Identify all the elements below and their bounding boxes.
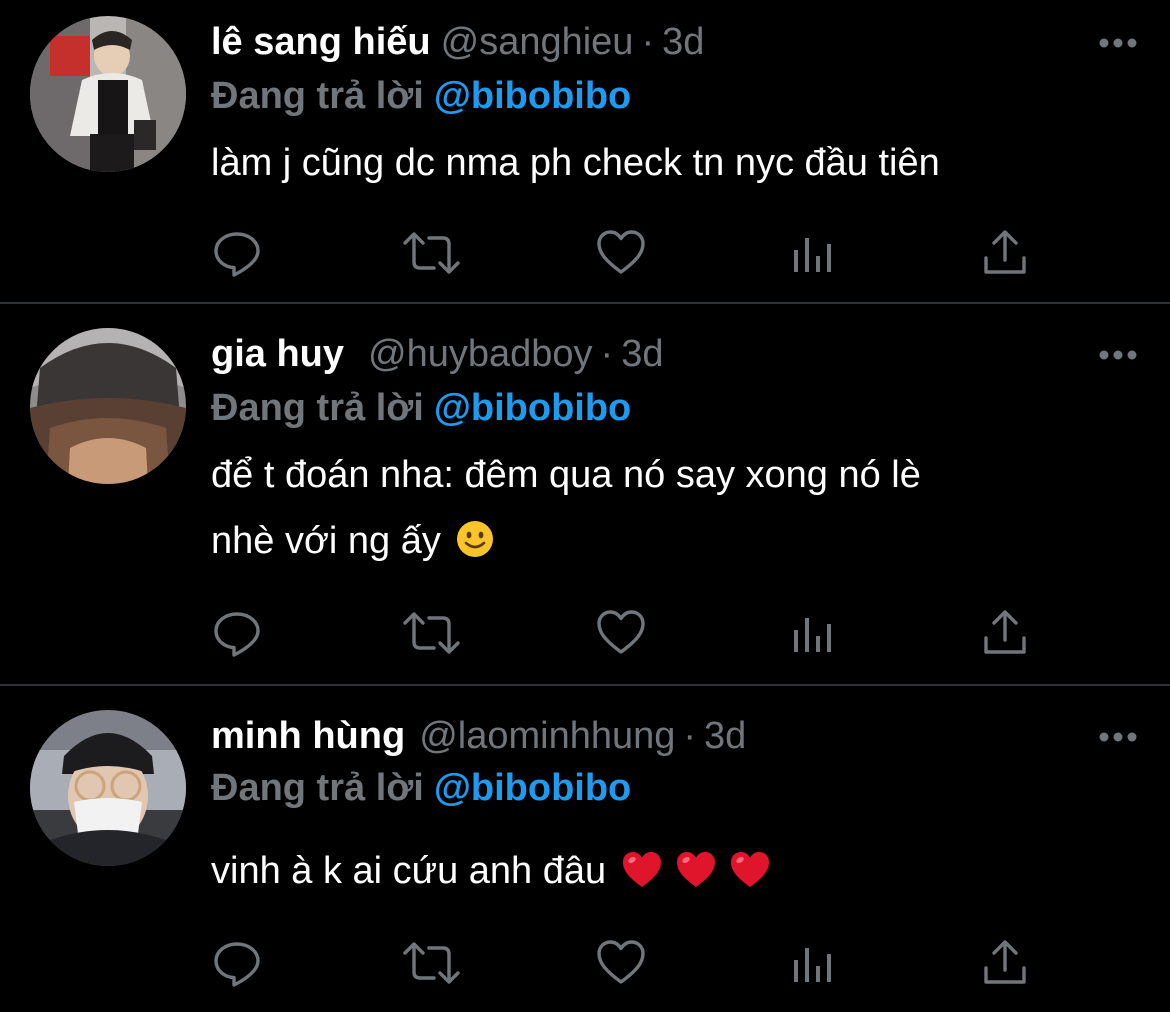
reply-icon (214, 232, 260, 277)
tweet-text: vinh à k ai cứu anh đâu (211, 838, 1111, 910)
red-heart-icon (729, 844, 771, 910)
share-button[interactable] (980, 938, 1030, 988)
tweet-text: làm j cũng dc nma ph check tn nyc đầu ti… (211, 130, 1111, 196)
reply-icon (214, 942, 260, 987)
like-button[interactable] (596, 608, 646, 658)
heart-icon (597, 230, 645, 274)
more-horizontal-icon[interactable] (1096, 33, 1140, 53)
action-bar (0, 228, 1170, 278)
timestamp[interactable]: 3d (704, 715, 746, 757)
tweet-1[interactable]: lê sang hiếu @sanghieu · 3d Đang trả lời @bi… (0, 0, 1170, 302)
separator-dot: · (683, 715, 697, 757)
heart-icon (597, 610, 645, 654)
views-button[interactable] (788, 938, 838, 988)
like-button[interactable] (596, 228, 646, 278)
tweet-text-line-with-emoji: nhè với ng ấy (211, 508, 1111, 580)
tweet-3[interactable]: minh hùng @laominhhung · 3d Đang trả lời @bi… (0, 686, 1170, 1012)
timestamp[interactable]: 3d (662, 21, 704, 63)
more-horizontal-icon[interactable] (1096, 727, 1140, 747)
tweet-text-line: vinh à k ai cứu anh đâu (211, 850, 607, 892)
avatar[interactable] (30, 16, 186, 172)
retweet-icon (403, 612, 460, 654)
slightly-smiling-face-icon (455, 514, 495, 580)
display-name[interactable]: gia huy (211, 333, 344, 375)
avatar[interactable] (30, 328, 186, 484)
replying-to: Đang trả lời @bibobibo (211, 760, 631, 816)
share-icon (984, 610, 1026, 654)
mention-link[interactable]: @bibobibo (434, 767, 631, 809)
retweet-button[interactable] (402, 608, 460, 658)
retweet-icon (403, 942, 460, 984)
views-icon (794, 238, 831, 272)
replying-to: Đang trả lời @bibobibo (211, 68, 631, 124)
replying-to: Đang trả lời @bibobibo (211, 380, 631, 436)
views-icon (794, 618, 831, 652)
separator-dot: · (641, 21, 655, 63)
replying-to-label: Đang trả lời (211, 767, 424, 809)
replying-to-label: Đang trả lời (211, 75, 424, 117)
share-icon (984, 940, 1026, 984)
reply-button[interactable] (212, 608, 262, 658)
red-heart-icon (621, 844, 663, 910)
tweet-header: gia huy @huybadboy · 3d (211, 326, 1070, 382)
share-icon (984, 230, 1026, 274)
display-name[interactable]: minh hùng (211, 715, 405, 757)
retweet-button[interactable] (402, 228, 460, 278)
tweet-text-line: làm j cũng dc nma ph check tn nyc đầu ti… (211, 142, 940, 184)
avatar[interactable] (30, 710, 186, 866)
reply-icon (214, 612, 260, 657)
action-bar (0, 608, 1170, 658)
more-horizontal-icon[interactable] (1096, 345, 1140, 365)
reply-button[interactable] (212, 228, 262, 278)
action-bar (0, 938, 1170, 988)
views-button[interactable] (788, 608, 838, 658)
tweet-text: để t đoán nha: đêm qua nó say xong nó lè… (211, 442, 1111, 580)
tweet-text-line: nhè với ng ấy (211, 520, 441, 562)
views-icon (794, 948, 831, 982)
mention-link[interactable]: @bibobibo (434, 75, 631, 117)
timestamp[interactable]: 3d (621, 333, 663, 375)
mention-link[interactable]: @bibobibo (434, 387, 631, 429)
tweet-text-line-with-emoji: vinh à k ai cứu anh đâu (211, 838, 1111, 910)
tweet-text-line: để t đoán nha: đêm qua nó say xong nó lè (211, 454, 921, 496)
retweet-button[interactable] (402, 938, 460, 988)
display-name[interactable]: lê sang hiếu (211, 21, 431, 63)
reply-button[interactable] (212, 938, 262, 988)
replying-to-label: Đang trả lời (211, 387, 424, 429)
separator-dot: · (600, 333, 614, 375)
like-button[interactable] (596, 938, 646, 988)
tweet-header: minh hùng @laominhhung · 3d (211, 708, 1070, 764)
tweet-header: lê sang hiếu @sanghieu · 3d (211, 14, 1070, 70)
red-heart-icon (675, 844, 717, 910)
views-button[interactable] (788, 228, 838, 278)
tweet-2[interactable]: gia huy @huybadboy · 3d Đang trả lời @bibobi… (0, 304, 1170, 684)
share-button[interactable] (980, 608, 1030, 658)
user-handle[interactable]: @laominhhung (419, 715, 675, 757)
heart-icon (597, 940, 645, 984)
share-button[interactable] (980, 228, 1030, 278)
user-handle[interactable]: @sanghieu (441, 21, 634, 63)
user-handle[interactable]: @huybadboy (368, 333, 593, 375)
retweet-icon (403, 232, 460, 274)
